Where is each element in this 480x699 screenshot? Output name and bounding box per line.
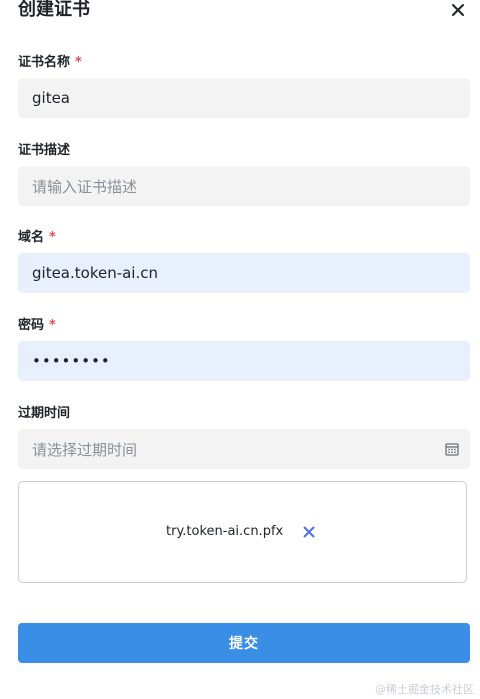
expiry-label-text: 过期时间 bbox=[18, 406, 71, 421]
required-mark: * bbox=[49, 230, 56, 245]
watermark: @稀土掘金技术社区 bbox=[375, 683, 474, 696]
dialog-title: 创建证书 bbox=[18, 0, 90, 20]
password-input[interactable]: •••••••• bbox=[18, 341, 470, 381]
required-mark: * bbox=[75, 55, 82, 70]
domain-label-text: 域名 bbox=[18, 230, 45, 245]
close-button[interactable] bbox=[448, 0, 468, 20]
remove-file-button[interactable] bbox=[301, 524, 317, 540]
expiry-placeholder: 请选择过期时间 bbox=[32, 440, 138, 459]
domain-input[interactable]: gitea.token-ai.cn bbox=[18, 253, 470, 293]
cert-desc-placeholder: 请输入证书描述 bbox=[32, 177, 138, 196]
cert-name-input[interactable]: gitea bbox=[18, 78, 470, 118]
uploaded-file-name: try.token-ai.cn.pfx bbox=[166, 524, 284, 539]
cert-name-value: gitea bbox=[32, 89, 70, 107]
expiry-date-picker[interactable]: 请选择过期时间 bbox=[18, 429, 470, 469]
calendar-icon[interactable] bbox=[444, 441, 460, 457]
file-upload-area[interactable]: try.token-ai.cn.pfx bbox=[18, 481, 467, 583]
submit-button[interactable]: 提交 bbox=[18, 623, 470, 663]
password-label-text: 密码 bbox=[18, 318, 45, 333]
cert-desc-label-text: 证书描述 bbox=[18, 143, 71, 158]
password-label: 密码 * bbox=[18, 317, 56, 335]
required-mark: * bbox=[49, 318, 56, 333]
close-icon bbox=[303, 526, 315, 538]
close-icon bbox=[452, 4, 464, 16]
cert-desc-label: 证书描述 bbox=[18, 142, 70, 160]
password-masked-value: •••••••• bbox=[32, 352, 111, 370]
cert-desc-input[interactable]: 请输入证书描述 bbox=[18, 166, 470, 206]
domain-value: gitea.token-ai.cn bbox=[32, 264, 158, 282]
cert-name-label: 证书名称 * bbox=[18, 54, 82, 72]
cert-name-label-text: 证书名称 bbox=[18, 55, 71, 70]
expiry-label: 过期时间 bbox=[18, 405, 70, 423]
domain-label: 域名 * bbox=[18, 229, 56, 247]
